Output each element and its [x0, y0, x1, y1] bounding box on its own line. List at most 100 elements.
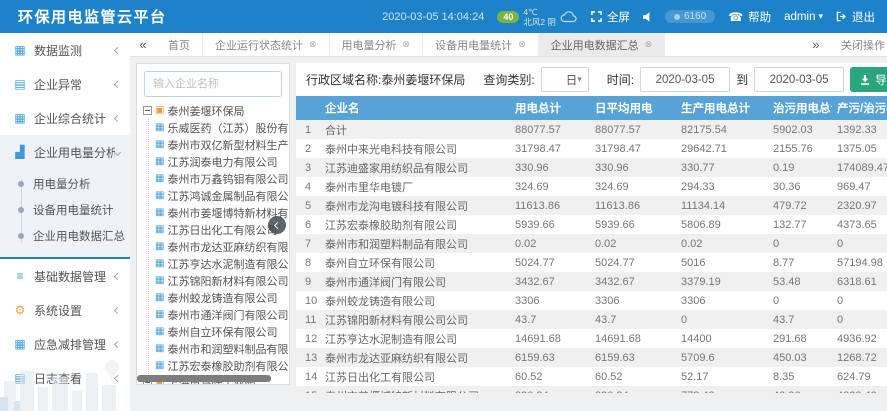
tree-root-bureau[interactable]: ▣ 泰州姜堰环保局 — [143, 102, 289, 119]
date-to-input[interactable] — [754, 67, 844, 92]
total-power-cell: 0.02 — [510, 234, 590, 253]
bureau-icon: ▣ — [155, 105, 164, 116]
tree-item-company[interactable]: ▦ 泰州市龙达亚麻纺织有限公司 — [149, 238, 289, 255]
table-row[interactable]: 10 泰州蛟龙铸造有限公司 3306 3306 3306 0 0 — [296, 291, 887, 310]
company-name-cell: 泰州市和润塑料制品有限公司 — [320, 234, 510, 253]
tree-item-company[interactable]: ▦ 江苏亨达水泥制造有限公司 — [149, 255, 289, 272]
tabs-scroll-right[interactable]: » — [803, 37, 829, 52]
production-power-cell: 294.33 — [676, 177, 768, 196]
sidebar-item-data-monitoring[interactable]: ▦ 数据监测 — [0, 33, 130, 67]
column-header-ratio: 产污/治污(用电比) — [832, 96, 887, 120]
logout-button[interactable]: 退出 — [836, 9, 875, 25]
sidebar-subitem-power-data-summary[interactable]: 企业用电数据汇总 — [0, 223, 130, 249]
speaker-icon[interactable] — [643, 12, 652, 22]
tab-power-analysis[interactable]: 用电量分析 ⊗ — [330, 33, 424, 56]
building-icon: ▦ — [155, 139, 164, 150]
tree-item-company[interactable]: ▦ 泰州自立环保有限公司 — [149, 323, 289, 340]
sidebar-item-basic-data[interactable]: ≡ 基础数据管理 — [0, 259, 130, 293]
tree-item-company[interactable]: ▦ 江苏鸿诚金属制品有限公司 — [149, 187, 289, 204]
daily-avg-cell: 88077.57 — [590, 120, 676, 139]
chevron-left-icon — [114, 46, 121, 53]
fullscreen-button[interactable]: 全屏 — [591, 9, 630, 25]
tab-enterprise-status[interactable]: 企业运行状态统计 ⊗ — [203, 33, 330, 56]
table-row[interactable]: 11 江苏锦阳新材料有限公司公司 43.7 43.7 0 43.7 0 — [296, 310, 887, 329]
table-row[interactable]: 3 江苏迪盛家用纺织品有限公司 330.96 330.96 330.77 0.1… — [296, 158, 887, 177]
company-name-cell: 泰州市通洋阀门有限公司 — [320, 272, 510, 291]
table-row[interactable]: 2 泰州中来光电科技有限公司 31798.47 31798.47 29642.7… — [296, 139, 887, 158]
tree-item-company[interactable]: ▦ 江苏润泰电力有限公司 — [149, 153, 289, 170]
tab-close-icon[interactable]: ⊗ — [645, 39, 653, 50]
tree-item-company[interactable]: ▦ 乐威医药（江苏）股份有限公司 — [149, 119, 289, 136]
sidebar-subitem-power-analysis[interactable]: 用电量分析 — [0, 171, 130, 197]
treatment-power-cell: 30.36 — [768, 177, 832, 196]
production-power-cell: 330.77 — [676, 158, 768, 177]
tree-item-company[interactable]: ▦ 泰州市姜堰博特新材料有限公司 — [149, 204, 289, 221]
tab-close-icon[interactable]: ⊗ — [518, 39, 526, 50]
collapse-panel-button[interactable] — [268, 216, 286, 234]
close-operations-menu[interactable]: 关闭操作 — [841, 37, 885, 53]
date-from-input[interactable] — [640, 67, 730, 92]
table-row[interactable]: 9 泰州市通洋阀门有限公司 3432.67 3432.67 3379.19 53… — [296, 272, 887, 291]
sidebar-subitem-device-power-stats[interactable]: 设备用电量统计 — [0, 197, 130, 223]
tabs-scroll-left[interactable]: « — [130, 33, 156, 56]
treatment-power-cell: 291.68 — [768, 329, 832, 348]
horizontal-scrollbar[interactable] — [137, 375, 289, 382]
ratio-cell: 0 — [832, 234, 887, 253]
tab-device-power-stats[interactable]: 设备用电量统计 ⊗ — [423, 33, 539, 56]
sidebar-item-system-settings[interactable]: ⚙ 系统设置 — [0, 293, 130, 327]
ratio-cell: 0 — [832, 310, 887, 329]
collapse-toggle[interactable] — [143, 106, 152, 115]
production-power-cell: 29642.71 — [676, 139, 768, 158]
tree-item-company[interactable]: ▦ 泰州市和润塑料制品有限公司 — [149, 340, 289, 357]
tab-power-data-summary[interactable]: 企业用电数据汇总 ⊗ — [539, 33, 666, 56]
help-button[interactable]: ☎ 帮助 — [728, 9, 771, 25]
sidebar-item-enterprise-stats[interactable]: ▦ 企业综合统计 — [0, 101, 130, 135]
row-index: 11 — [296, 310, 320, 329]
tree-item-company[interactable]: ▦ 泰州市双亿新型材料生产有限公司 — [149, 136, 289, 153]
tree-item-company[interactable]: ▦ 泰州市万鑫钨钼有限公司 — [149, 170, 289, 187]
daily-avg-cell: 5939.66 — [590, 215, 676, 234]
fullscreen-icon — [591, 11, 602, 22]
sidebar-item-emergency-reduction[interactable]: ▦ 应急减排管理 — [0, 327, 130, 361]
table-row[interactable]: 13 泰州市龙达亚麻纺织有限公司 6159.63 6159.63 5709.6 … — [296, 348, 887, 367]
tab-close-icon[interactable]: ⊗ — [403, 39, 411, 50]
treatment-power-cell: 0 — [768, 234, 832, 253]
production-power-cell: 11134.14 — [676, 196, 768, 215]
building-icon: ▦ — [155, 122, 164, 133]
row-index: 2 — [296, 139, 320, 158]
table-row[interactable]: 6 江苏宏泰橡胶助剂有限公司 5939.66 5939.66 5806.89 1… — [296, 215, 887, 234]
tree-item-company[interactable]: ▦ 江苏宏泰橡胶助剂有限公司 — [149, 357, 289, 374]
daily-avg-cell: 0.02 — [590, 234, 676, 253]
column-header-production: 生产用电总计 — [676, 96, 768, 120]
sidebar-item-enterprise-abnormal[interactable]: ▤ 企业异常 — [0, 67, 130, 101]
table-row[interactable]: 1 合计 88077.57 88077.57 82175.54 5902.03 … — [296, 120, 887, 139]
tree-item-company[interactable]: ▦ 泰州蛟龙铸造有限公司 — [149, 289, 289, 306]
query-type-value: 日 — [566, 72, 578, 88]
table-row[interactable]: 8 泰州自立环保有限公司 5024.77 5024.77 5016 8.77 5… — [296, 253, 887, 272]
ratio-cell: 969.47 — [832, 177, 887, 196]
search-input[interactable] — [144, 71, 282, 97]
chart-icon: ▟ — [12, 145, 28, 159]
ratio-cell: 624.79 — [832, 367, 887, 386]
company-name-cell: 江苏锦阳新材料有限公司公司 — [320, 310, 510, 329]
user-menu[interactable]: admin ▾ — [784, 11, 823, 23]
table-row[interactable]: 15 泰州市姜堰博特新材料有限公司 820.84 820.84 778.48 4… — [296, 386, 887, 393]
export-button[interactable]: 导出 — [850, 67, 887, 92]
building-icon: ▦ — [155, 360, 164, 371]
table-row[interactable]: 12 江苏亨达水泥制造有限公司 14691.68 14691.68 14400 … — [296, 329, 887, 348]
tab-home[interactable]: 首页 — [156, 33, 203, 56]
tree-item-company[interactable]: ▦ 江苏锦阳新材料有限公司公司 — [149, 272, 289, 289]
message-count-badge[interactable]: 6160 — [665, 10, 715, 23]
table-row[interactable]: 4 泰州市里华电镀厂 324.69 324.69 294.33 30.36 96… — [296, 177, 887, 196]
table-row[interactable]: 5 泰州市龙沟电镀科技有限公司 11613.86 11613.86 11134.… — [296, 196, 887, 215]
table-row[interactable]: 14 江苏日出化工有限公司 60.52 60.52 52.17 8.35 624… — [296, 367, 887, 386]
tree-item-company[interactable]: ▦ 泰州市通洋阀门有限公司 — [149, 306, 289, 323]
query-type-select[interactable]: 日 ▾ — [541, 67, 589, 92]
production-power-cell: 5016 — [676, 253, 768, 272]
row-index: 1 — [296, 120, 320, 139]
tab-close-icon[interactable]: ⊗ — [309, 39, 317, 50]
sidebar-item-logs[interactable]: ▤ 日志查看 — [0, 361, 130, 395]
table-row[interactable]: 7 泰州市和润塑料制品有限公司 0.02 0.02 0.02 0 0 — [296, 234, 887, 253]
sidebar-item-power-analysis[interactable]: ▟ 企业用电量分析 — [0, 135, 130, 169]
to-label: 到 — [736, 71, 748, 88]
